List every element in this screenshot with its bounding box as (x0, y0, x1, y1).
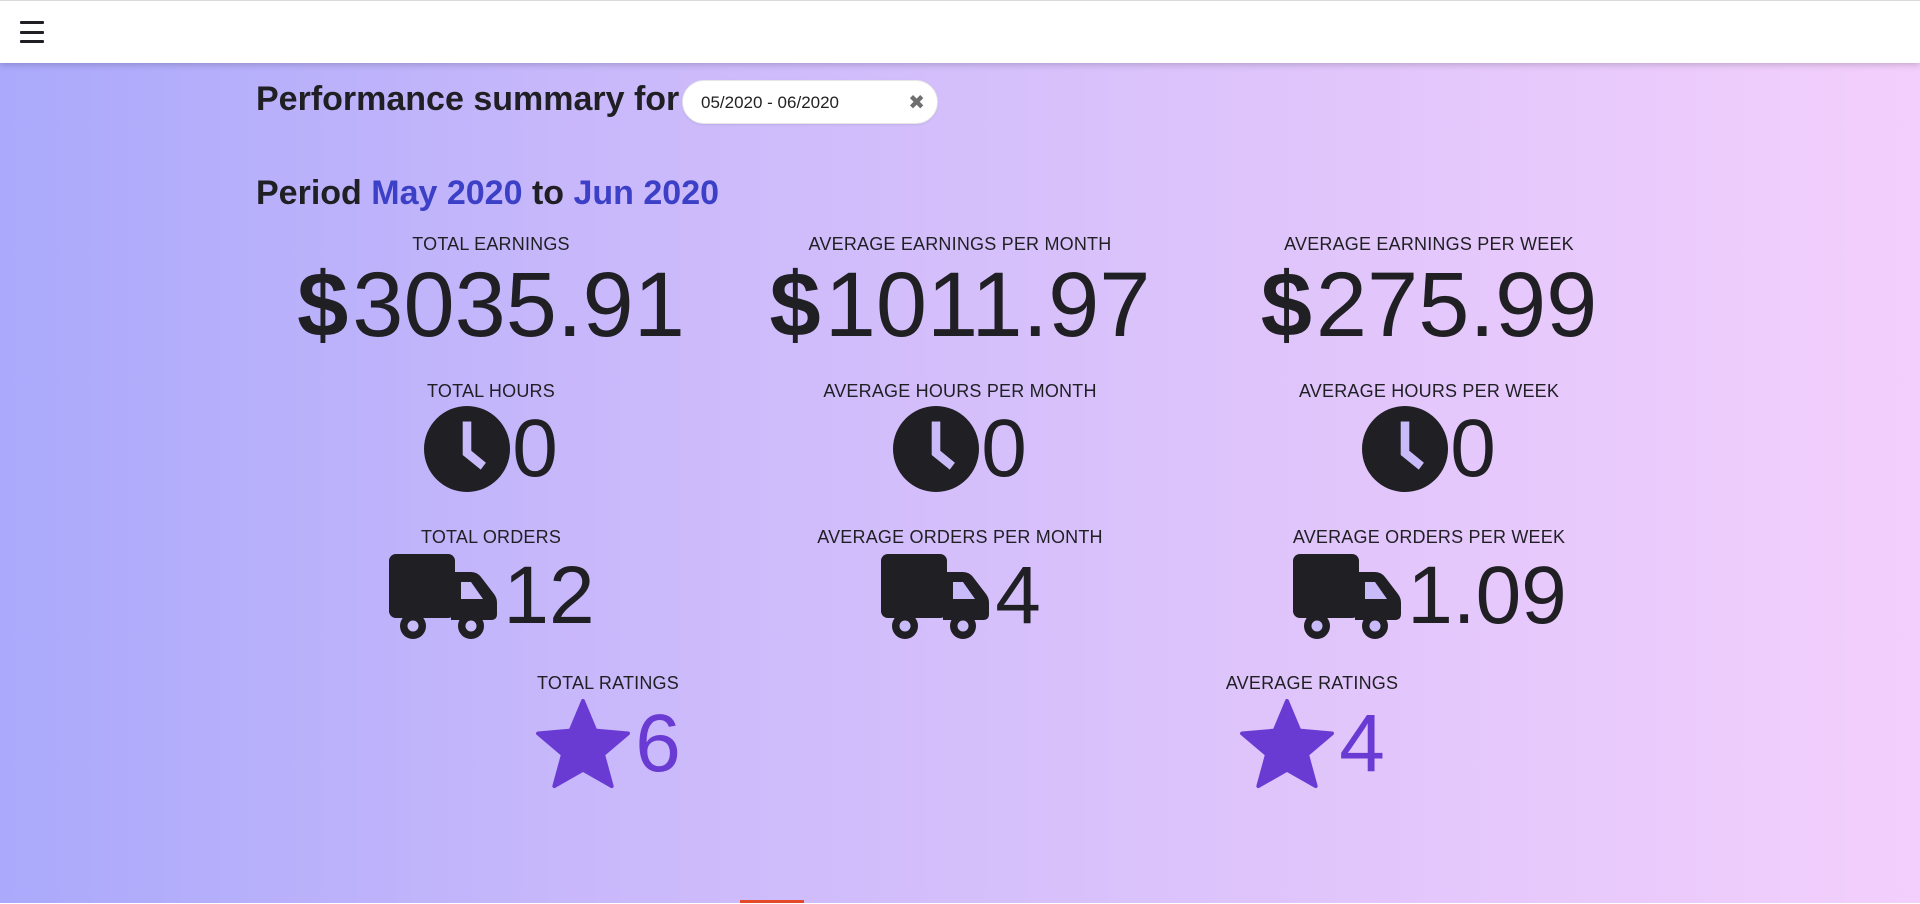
average-ratings-stat: AVERAGE RATINGS 4 (1072, 673, 1552, 790)
clock-icon (893, 406, 979, 492)
star-icon (1239, 698, 1335, 790)
performance-summary-panel: Performance summary for ✖ Period May 202… (0, 62, 1920, 903)
total-earnings-label: TOTAL EARNINGS (412, 234, 570, 254)
total-ratings-label: TOTAL RATINGS (537, 673, 679, 693)
total-hours-stat: TOTAL HOURS 0 (251, 381, 731, 492)
dollar-icon: $ (297, 254, 349, 356)
average-hours-month-stat: AVERAGE HOURS PER MONTH 0 (720, 381, 1200, 492)
average-orders-week-label: AVERAGE ORDERS PER WEEK (1292, 527, 1566, 547)
dollar-icon: $ (1260, 254, 1312, 356)
total-orders-label: TOTAL ORDERS (420, 527, 562, 547)
average-orders-week-stat: AVERAGE ORDERS PER WEEK 1.09 (1189, 527, 1669, 640)
hamburger-menu-icon[interactable] (20, 21, 44, 43)
clock-icon (1362, 406, 1448, 492)
total-orders-value: 12 (503, 550, 595, 641)
total-hours-value: 0 (512, 403, 558, 494)
clock-icon (424, 406, 510, 492)
period-heading: Period May 2020 to Jun 2020 (256, 174, 719, 213)
average-earnings-week-value: 275.99 (1315, 254, 1598, 356)
period-connector: to (531, 174, 565, 212)
period-start: May 2020 (371, 174, 523, 212)
average-ratings-label: AVERAGE RATINGS (1225, 673, 1399, 693)
date-range-picker[interactable]: ✖ (682, 80, 938, 124)
average-ratings-value: 4 (1339, 698, 1385, 789)
average-hours-week-value: 0 (1450, 403, 1496, 494)
average-hours-month-label: AVERAGE HOURS PER MONTH (823, 381, 1097, 401)
average-earnings-month-value: 1011.97 (824, 254, 1151, 356)
average-hours-month-value: 0 (981, 403, 1027, 494)
star-icon (535, 698, 631, 790)
total-orders-stat: TOTAL ORDERS 12 (251, 527, 731, 640)
average-earnings-month-stat: AVERAGE EARNINGS PER MONTH $ 1011.97 (720, 234, 1200, 351)
clear-date-icon[interactable]: ✖ (908, 93, 925, 113)
total-ratings-value: 6 (635, 698, 681, 789)
period-end: Jun 2020 (573, 174, 720, 212)
top-navbar (0, 0, 1920, 63)
truck-icon (387, 552, 499, 640)
total-hours-label: TOTAL HOURS (427, 381, 555, 401)
average-earnings-week-stat: AVERAGE EARNINGS PER WEEK $ 275.99 (1189, 234, 1669, 351)
average-orders-month-value: 4 (995, 550, 1041, 641)
truck-icon (879, 552, 991, 640)
truck-icon (1291, 552, 1403, 640)
date-range-input[interactable] (701, 93, 901, 113)
total-earnings-stat: TOTAL EARNINGS $ 3035.91 (251, 234, 731, 351)
bottom-accent-bar (740, 900, 804, 903)
average-earnings-month-label: AVERAGE EARNINGS PER MONTH (808, 234, 1112, 254)
dollar-icon: $ (769, 254, 821, 356)
performance-summary-title: Performance summary for (256, 80, 680, 118)
average-orders-week-value: 1.09 (1407, 550, 1567, 641)
period-label: Period (256, 174, 362, 212)
total-earnings-value: 3035.91 (352, 254, 685, 356)
average-earnings-week-label: AVERAGE EARNINGS PER WEEK (1284, 234, 1574, 254)
average-hours-week-stat: AVERAGE HOURS PER WEEK 0 (1189, 381, 1669, 492)
average-orders-month-label: AVERAGE ORDERS PER MONTH (817, 527, 1103, 547)
average-orders-month-stat: AVERAGE ORDERS PER MONTH 4 (720, 527, 1200, 640)
total-ratings-stat: TOTAL RATINGS 6 (368, 673, 848, 790)
average-hours-week-label: AVERAGE HOURS PER WEEK (1298, 381, 1560, 401)
